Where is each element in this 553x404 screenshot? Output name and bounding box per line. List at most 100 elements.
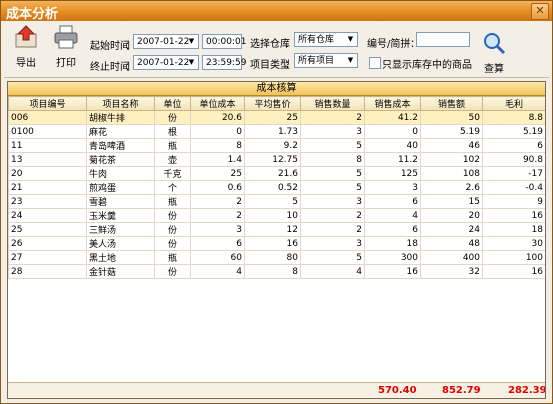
export-button[interactable]: 导出	[11, 25, 41, 69]
end-time-value: 23:59:59	[206, 58, 247, 68]
table-cell: 11.2	[364, 152, 421, 167]
table-cell: 24	[420, 222, 483, 237]
col-header[interactable]: 毛利	[482, 96, 545, 111]
table-cell: 108	[420, 166, 483, 181]
printer-icon	[54, 25, 78, 49]
start-date-field[interactable]: 2007-01-22 ▼	[133, 34, 199, 49]
close-button[interactable]: ✕	[531, 3, 549, 20]
chevron-down-icon: ▼	[188, 58, 195, 66]
warehouse-select[interactable]: 所有仓库 ▼	[294, 32, 358, 47]
table-row[interactable]: 25 三鲜汤份 3 12 2 6 24 18	[8, 222, 545, 237]
search-icon	[484, 33, 506, 55]
table-cell: 2	[300, 110, 365, 125]
chevron-down-icon: ▼	[188, 37, 195, 45]
chevron-down-icon: ▼	[347, 56, 354, 64]
table-cell: 1.4	[190, 152, 245, 167]
table-cell: 份	[154, 208, 191, 223]
start-time-label: 起始时间	[90, 41, 130, 52]
start-time-value: 00:00:01	[206, 37, 247, 47]
table-cell: 24	[8, 208, 87, 223]
table-cell: 3	[300, 124, 365, 139]
table-cell: 32	[420, 264, 483, 279]
table-cell: 0.6	[190, 180, 245, 195]
table-cell: 瓶	[154, 250, 191, 265]
table-row[interactable]: 28 金针菇份 4 8 4 16 32 16	[8, 264, 545, 279]
table-cell: 煎鸡蛋	[86, 180, 155, 195]
instock-checkbox[interactable]	[369, 57, 381, 69]
table-cell: 6	[190, 236, 245, 251]
toolbar: 导出 打印 起始时间 ： 2007-01-22 ▼ 00:00:01 终止时间 …	[1, 21, 552, 76]
col-header[interactable]: 销售成本	[364, 96, 421, 111]
totals-footer: 570.40 852.79 282.39	[8, 382, 545, 398]
table-row[interactable]: 20 牛肉 千克 25 21.6 5 125 108 -17	[8, 166, 545, 181]
table-cell: 102	[420, 152, 483, 167]
table-row[interactable]: 24 玉米羹份 2 10 2 4 20 16	[8, 208, 545, 223]
search-button[interactable]: 查算	[479, 31, 509, 75]
table-row[interactable]: 21 煎鸡蛋个 0.6 0.52 5 3 2.6 -0.4	[8, 180, 545, 195]
table-cell: 黑土地	[86, 250, 155, 265]
category-select[interactable]: 所有项目 ▼	[294, 53, 358, 68]
total-sales: 852.79	[442, 385, 481, 396]
code-input[interactable]	[416, 32, 470, 47]
table-cell: 根	[154, 124, 191, 139]
table-row[interactable]: 006 胡椒牛排份 20.6 25 2 41.2 50 8.8	[8, 110, 545, 125]
table-cell: 6	[482, 138, 545, 153]
col-header[interactable]: 销售数量	[300, 96, 365, 111]
table-cell: 2	[190, 208, 245, 223]
end-time-field[interactable]: 23:59:59	[202, 55, 246, 70]
print-button[interactable]: 打印	[51, 25, 81, 69]
table-cell: 2	[190, 194, 245, 209]
table-cell: 牛肉	[86, 166, 155, 181]
table-cell: 25	[8, 222, 87, 237]
end-date-field[interactable]: 2007-01-22 ▼	[133, 55, 199, 70]
table-cell: 80	[244, 250, 301, 265]
table-cell: 瓶	[154, 138, 191, 153]
col-header[interactable]: 销售额	[420, 96, 483, 111]
table-row[interactable]: 27 黑土地瓶 60 80 5 300 400 100	[8, 250, 545, 265]
table-cell: 美人汤	[86, 236, 155, 251]
table-cell: 玉米羹	[86, 208, 155, 223]
col-header[interactable]: 平均售价	[244, 96, 301, 111]
table-cell: 胡椒牛排	[86, 110, 155, 125]
table-cell: 4	[190, 264, 245, 279]
category-label: 项目类型	[250, 60, 290, 71]
table-cell: 25	[190, 166, 245, 181]
category-value: 所有项目	[298, 56, 335, 66]
table-cell: 25	[244, 110, 301, 125]
table-cell: 90.8	[482, 152, 545, 167]
table-cell: 5.19	[420, 124, 483, 139]
table-cell: 12.75	[244, 152, 301, 167]
table-cell: 份	[154, 222, 191, 237]
table-cell: 5	[300, 180, 365, 195]
total-cost: 570.40	[378, 385, 417, 396]
table-cell: 2.6	[420, 180, 483, 195]
table-row[interactable]: 0100 麻花根 0 1.73 3 0 5.19 5.19	[8, 124, 545, 139]
table-cell: 21.6	[244, 166, 301, 181]
table-row[interactable]: 11 青岛啤酒瓶 8 9.2 5 40 46 6	[8, 138, 545, 153]
divider	[4, 77, 549, 78]
table-cell: -0.4	[482, 180, 545, 195]
col-header[interactable]: 单位成本	[190, 96, 245, 111]
window-title: 成本分析	[6, 7, 59, 22]
table-cell: 21	[8, 180, 87, 195]
table-cell: 千克	[154, 166, 191, 181]
table-cell: 8.8	[482, 110, 545, 125]
table-cell: 5.19	[482, 124, 545, 139]
col-header[interactable]: 单位	[154, 96, 191, 111]
table-row[interactable]: 23 雪碧瓶 2 5 3 6 15 9	[8, 194, 545, 209]
col-header[interactable]: 项目名称	[86, 96, 155, 111]
table-cell: 个	[154, 180, 191, 195]
col-header[interactable]: 项目编号	[8, 96, 87, 111]
warehouse-value: 所有仓库	[298, 35, 335, 45]
table-cell: 48	[420, 236, 483, 251]
table-row[interactable]: 26 美人汤份 6 16 3 18 48 30	[8, 236, 545, 251]
table-cell: 0100	[8, 124, 87, 139]
start-time-field[interactable]: 00:00:01	[202, 34, 246, 49]
table-cell: 9.2	[244, 138, 301, 153]
table-cell: 4	[300, 264, 365, 279]
table-cell: 16	[364, 264, 421, 279]
table-row[interactable]: 13 菊花茶壶 1.4 12.75 8 11.2 102 90.8	[8, 152, 545, 167]
search-label: 查算	[484, 64, 504, 75]
table-cell: 3	[300, 194, 365, 209]
table-cell: 份	[154, 236, 191, 251]
